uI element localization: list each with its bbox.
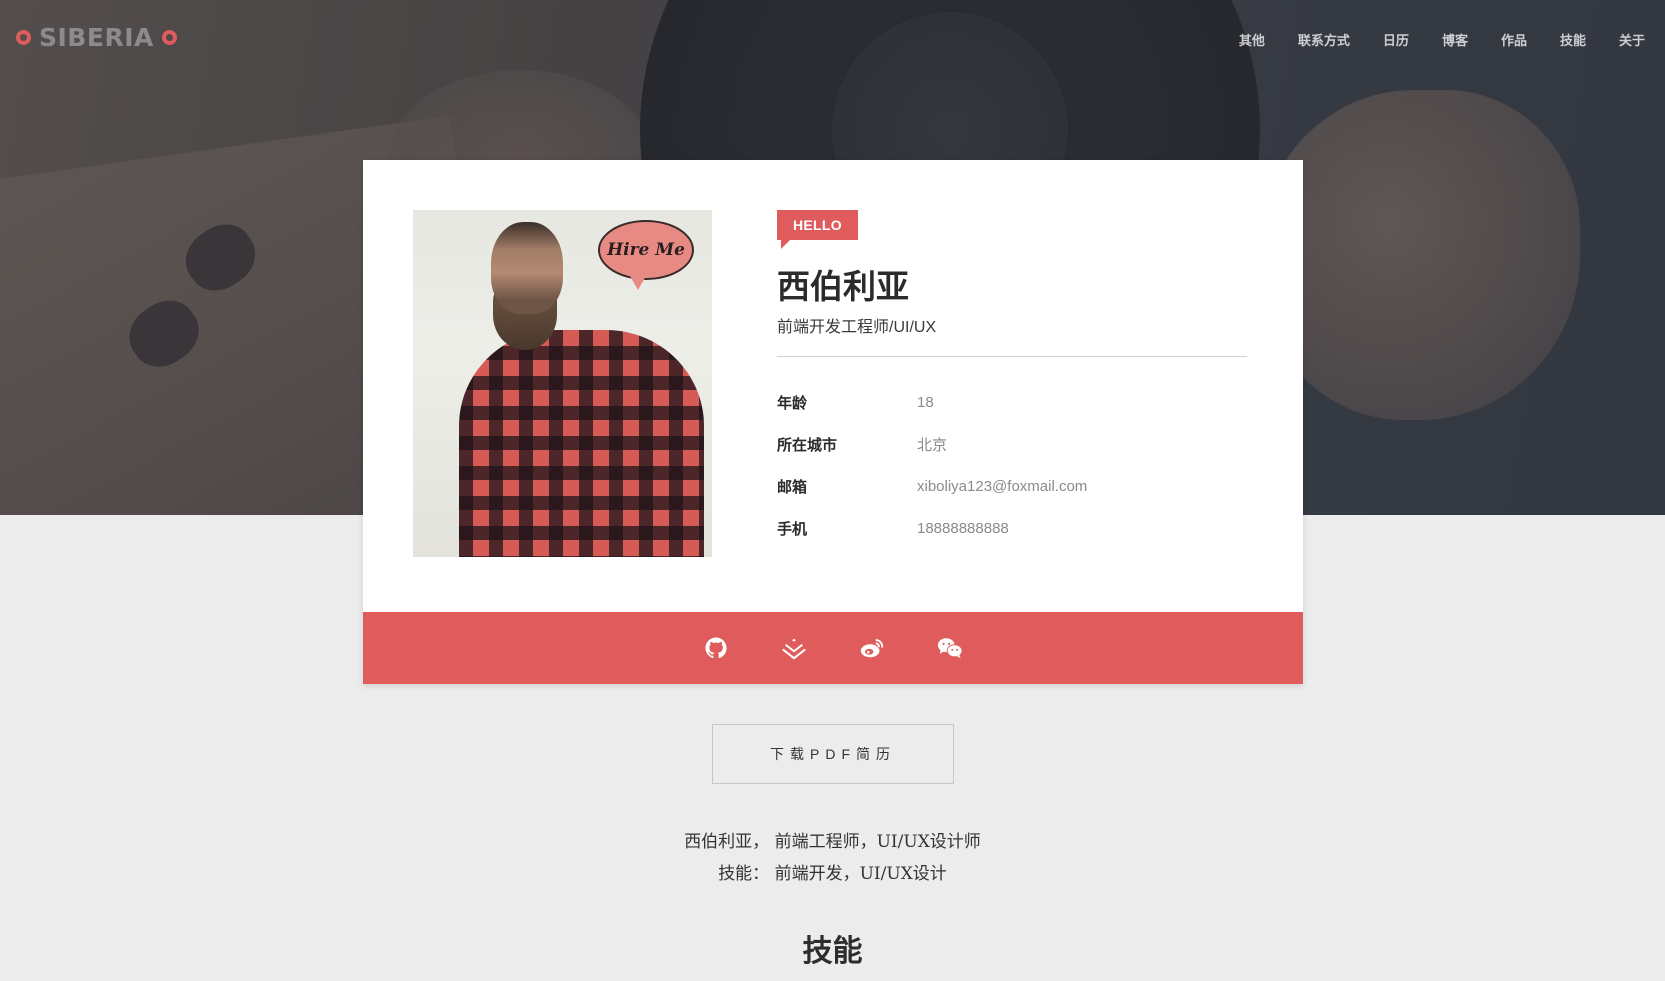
detail-value: 18888888888 bbox=[917, 519, 1009, 537]
logo-ring-left-icon bbox=[16, 29, 31, 45]
profile-details: 年龄 18 所在城市 北京 邮箱 xiboliya123@foxmail.com… bbox=[777, 381, 1247, 549]
juejin-icon[interactable] bbox=[781, 635, 807, 661]
section-title-skills: 技能 bbox=[802, 935, 863, 968]
detail-row-city: 所在城市 北京 bbox=[777, 423, 1247, 465]
detail-label: 所在城市 bbox=[777, 436, 838, 454]
wechat-icon[interactable] bbox=[937, 635, 963, 661]
detail-row-phone: 手机 18888888888 bbox=[777, 507, 1247, 549]
profile-info: HELLO 西伯利亚 前端开发工程师/UI/UX 年龄 18 所在城市 北京 邮… bbox=[777, 210, 1247, 549]
profile-name: 西伯利亚 bbox=[777, 268, 909, 305]
description: 西伯利亚， 前端工程师，UI/UX设计师 技能： 前端开发，UI/UX设计 bbox=[0, 826, 1665, 890]
weibo-icon[interactable] bbox=[859, 635, 885, 661]
logo[interactable]: SIBERIA bbox=[16, 22, 177, 52]
nav-item-about[interactable]: 关于 bbox=[1619, 30, 1645, 49]
hello-badge: HELLO bbox=[777, 210, 858, 249]
nav-item-works[interactable]: 作品 bbox=[1501, 30, 1527, 49]
profile-card: Hire Me HELLO 西伯利亚 前端开发工程师/UI/UX 年龄 18 所… bbox=[363, 160, 1303, 684]
hire-me-text: Hire Me bbox=[607, 240, 685, 260]
nav-item-other[interactable]: 其他 bbox=[1239, 30, 1265, 49]
description-line-1: 西伯利亚， 前端工程师，UI/UX设计师 bbox=[684, 832, 981, 852]
page: SIBERIA 其他 联系方式 日历 博客 作品 技能 关于 Hire Me H… bbox=[0, 0, 1665, 981]
detail-value: 北京 bbox=[917, 436, 948, 454]
github-icon[interactable] bbox=[703, 635, 729, 661]
nav-menu: 其他 联系方式 日历 博客 作品 技能 关于 bbox=[1239, 30, 1645, 49]
detail-label: 邮箱 bbox=[777, 478, 808, 496]
detail-value: xiboliya123@foxmail.com bbox=[917, 477, 1088, 495]
social-bar bbox=[363, 612, 1303, 684]
nav-item-contact[interactable]: 联系方式 bbox=[1298, 30, 1350, 49]
download-pdf-button[interactable]: 下载PDF简历 bbox=[712, 724, 954, 784]
nav-item-blog[interactable]: 博客 bbox=[1442, 30, 1468, 49]
profile-photo: Hire Me bbox=[413, 210, 712, 557]
detail-row-age: 年龄 18 bbox=[777, 381, 1247, 423]
divider bbox=[777, 356, 1247, 357]
detail-row-email: 邮箱 xiboliya123@foxmail.com bbox=[777, 465, 1247, 507]
top-nav: SIBERIA 其他 联系方式 日历 博客 作品 技能 关于 bbox=[0, 0, 1665, 80]
detail-value: 18 bbox=[917, 393, 934, 411]
nav-item-calendar[interactable]: 日历 bbox=[1383, 30, 1409, 49]
description-line-2: 技能： 前端开发，UI/UX设计 bbox=[718, 864, 947, 884]
detail-label: 年龄 bbox=[777, 394, 808, 412]
profile-role: 前端开发工程师/UI/UX bbox=[777, 319, 937, 336]
hire-me-bubble: Hire Me bbox=[598, 220, 694, 290]
logo-ring-right-icon bbox=[161, 29, 177, 45]
logo-text: SIBERIA bbox=[39, 22, 154, 52]
detail-label: 手机 bbox=[777, 520, 808, 538]
nav-item-skills[interactable]: 技能 bbox=[1560, 30, 1586, 49]
